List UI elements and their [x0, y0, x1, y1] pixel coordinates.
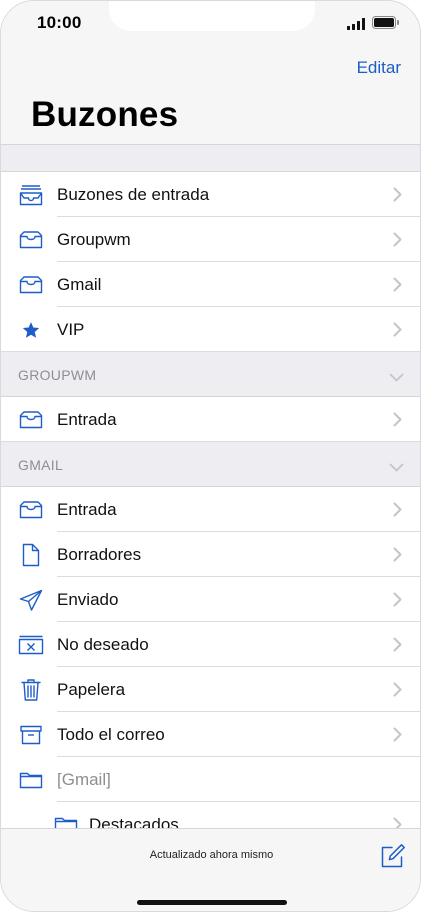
- document-icon: [18, 542, 44, 568]
- mailbox-label: Entrada: [57, 500, 117, 519]
- folder-icon: [53, 812, 79, 828]
- mailbox-label: No deseado: [57, 635, 149, 654]
- trash-icon: [18, 677, 44, 703]
- mailbox-row-trash[interactable]: Papelera: [1, 667, 420, 712]
- mailbox-label: VIP: [57, 320, 85, 339]
- chevron-right-icon: [393, 637, 402, 657]
- navigation-header: Editar Buzones: [1, 47, 420, 144]
- mailbox-label: Gmail: [57, 275, 102, 294]
- mailbox-list[interactable]: Buzones de entrada Groupwm Gmail VIP GRO…: [1, 144, 420, 828]
- mailbox-row-vip[interactable]: VIP: [1, 307, 420, 352]
- mailbox-row-groupwm-inbox[interactable]: Entrada: [1, 397, 420, 442]
- chevron-right-icon: [393, 682, 402, 702]
- mailbox-row-gmail-folder[interactable]: [Gmail]: [1, 757, 420, 802]
- folder-icon: [18, 767, 44, 793]
- mailbox-row-all-inboxes[interactable]: Buzones de entrada: [1, 172, 420, 217]
- mailbox-label: [Gmail]: [57, 770, 111, 789]
- phone-screen: 10:00 Editar Buzones Buzones de entrada …: [0, 0, 421, 912]
- mailbox-row-junk[interactable]: No deseado: [1, 622, 420, 667]
- section-header-gmail[interactable]: GMAIL: [1, 442, 420, 487]
- chevron-right-icon: [393, 322, 402, 342]
- mailbox-label: Buzones de entrada: [57, 185, 210, 204]
- mailbox-row-starred[interactable]: Destacados: [1, 802, 420, 828]
- mailbox-row-groupwm[interactable]: Groupwm: [1, 217, 420, 262]
- bottom-toolbar: Actualizado ahora mismo: [1, 828, 420, 911]
- star-icon: [18, 317, 44, 343]
- mailbox-label: Todo el correo: [57, 725, 165, 744]
- mailbox-label: Destacados: [89, 815, 179, 828]
- page-title: Buzones: [31, 95, 179, 134]
- chevron-right-icon: [393, 277, 402, 297]
- chevron-right-icon: [393, 187, 402, 207]
- paper-plane-icon: [18, 587, 44, 613]
- mailbox-row-drafts[interactable]: Borradores: [1, 532, 420, 577]
- chevron-right-icon: [393, 412, 402, 432]
- chevron-right-icon: [393, 592, 402, 612]
- mailbox-row-gmail-inbox[interactable]: Entrada: [1, 487, 420, 532]
- section-header-groupwm[interactable]: GROUPWM: [1, 352, 420, 397]
- list-spacer: [1, 144, 420, 172]
- chevron-down-icon[interactable]: [389, 459, 404, 477]
- inbox-icon: [18, 227, 44, 253]
- inbox-icon: [18, 407, 44, 433]
- mailbox-label: Groupwm: [57, 230, 131, 249]
- compose-icon[interactable]: [380, 843, 406, 869]
- chevron-down-icon[interactable]: [389, 369, 404, 387]
- mailbox-label: Entrada: [57, 410, 117, 429]
- section-title: GROUPWM: [18, 367, 97, 383]
- section-title: GMAIL: [18, 457, 64, 473]
- mailbox-row-sent[interactable]: Enviado: [1, 577, 420, 622]
- chevron-right-icon: [393, 502, 402, 522]
- battery-icon: [372, 16, 400, 34]
- mailbox-label: Papelera: [57, 680, 126, 699]
- chevron-right-icon: [393, 547, 402, 567]
- chevron-right-icon: [393, 232, 402, 252]
- chevron-right-icon: [393, 727, 402, 747]
- update-status: Actualizado ahora mismo: [149, 849, 274, 861]
- status-bar: 10:00: [1, 1, 420, 47]
- signal-icon: [347, 17, 367, 35]
- junk-icon: [18, 632, 44, 658]
- chevron-right-icon: [393, 817, 402, 828]
- archive-icon: [18, 722, 44, 748]
- notch: [109, 1, 315, 31]
- mailbox-row-all-mail[interactable]: Todo el correo: [1, 712, 420, 757]
- edit-button[interactable]: Editar: [357, 58, 401, 78]
- home-indicator[interactable]: [137, 900, 287, 905]
- inbox-icon: [18, 497, 44, 523]
- mailbox-row-gmail[interactable]: Gmail: [1, 262, 420, 307]
- clock: 10:00: [37, 13, 82, 32]
- inbox-stack-icon: [18, 182, 44, 208]
- inbox-icon: [18, 272, 44, 298]
- mailbox-label: Enviado: [57, 590, 119, 609]
- mailbox-label: Borradores: [57, 545, 142, 564]
